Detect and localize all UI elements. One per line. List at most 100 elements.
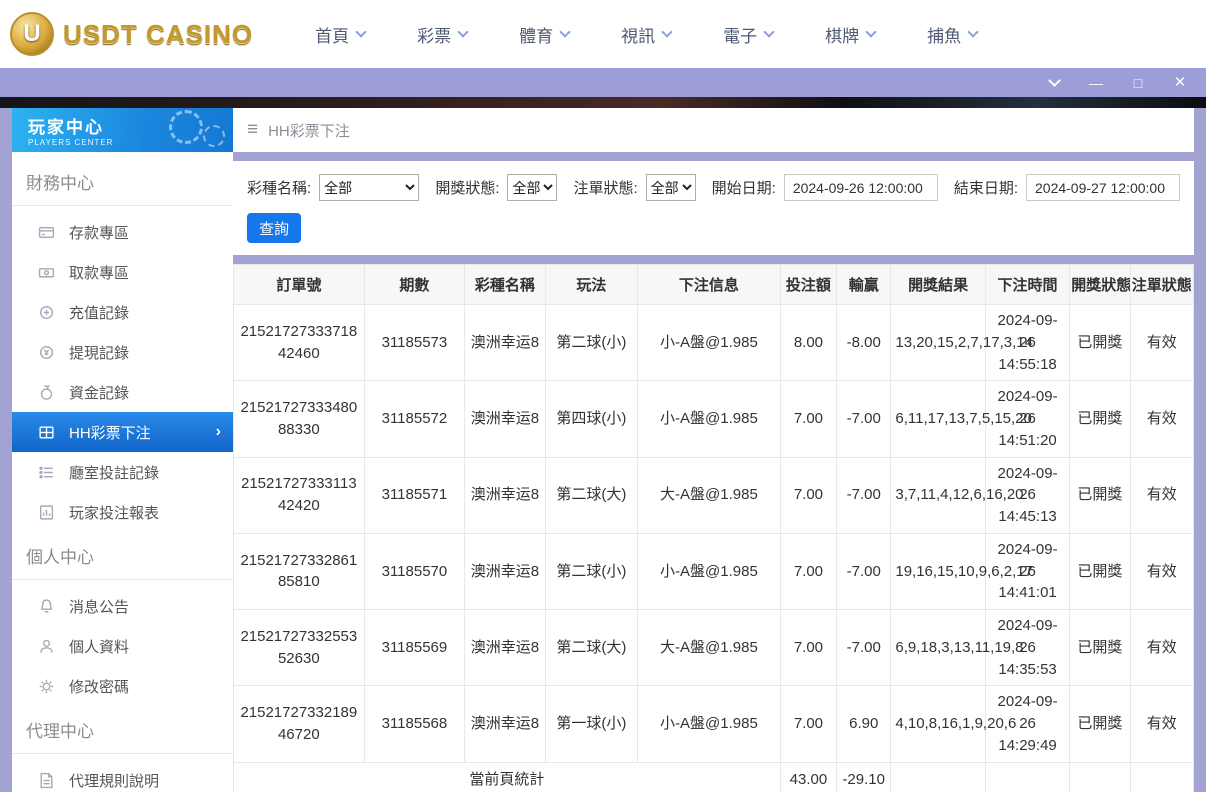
sidebar-header: 玩家中心 PLAYERS CENTER [12,108,233,152]
sidebar-item-deposit[interactable]: 存款專區 [12,212,233,252]
search-button[interactable]: 查詢 [247,213,301,243]
brand-name: USDT CASINO [63,18,254,49]
table-row: 2152172733218946720 31185568 澳洲幸运8 第一球(小… [233,685,1195,763]
draw-result-cell: 6,11,17,13,7,5,15,20 [890,380,1032,458]
draw-status-select[interactable]: 全部 [507,174,558,201]
sidebar-item-withdraw-record[interactable]: 提現記錄 [12,332,233,372]
withdraw-icon [38,264,55,281]
win-loss-cell: -8.00 [836,303,892,382]
draw-status-cell: 已開獎 [1069,532,1131,611]
table-row: 2152172733255352630 31185569 澳洲幸运8 第二球(大… [233,608,1195,687]
nav-item-home[interactable]: 首頁 [315,22,367,47]
lottery-name-cell: 澳洲幸运8 [464,380,546,458]
col-lottery-name: 彩種名稱 [464,264,546,305]
lottery-type-select[interactable]: 全部 [319,174,420,201]
sidebar-item-recharge-record[interactable]: 充值記錄 [12,292,233,332]
app-window: U USDT CASINO 首頁 彩票 體育 視訊 電子 棋牌 捕魚 — □ ×… [0,0,1206,792]
sidebar-item-label: HH彩票下注 [69,424,151,442]
bet-amount-cell: 7.00 [779,380,838,458]
play-type-cell: 第二球(小) [544,532,639,611]
draw-status-cell: 已開獎 [1069,685,1131,763]
draw-result-cell: 13,20,15,2,7,17,3,14 [890,303,1033,382]
sidebar-item-hh-lottery-bet[interactable]: HH彩票下注 › [12,412,233,452]
lottery-name-cell: 澳洲幸运8 [464,608,546,687]
bet-amount-cell: 7.00 [779,685,838,763]
chevron-down-icon [457,26,469,38]
nav-label: 電子 [723,26,758,46]
sidebar-item-announcements[interactable]: 消息公告 [12,586,233,626]
window-dropdown-button[interactable] [1046,74,1062,91]
draw-result-cell: 6,9,18,3,13,11,19,8 [890,608,1024,687]
page-summary-label: 當前頁統計 [233,761,781,792]
sidebar-item-label: 存款專區 [69,224,130,242]
window-minimize-button[interactable]: — [1088,75,1104,91]
sidebar-item-player-bet-report[interactable]: 玩家投注報表 [12,492,233,532]
order-id-cell: 2152172733255352630 [233,608,365,687]
end-date-input[interactable] [1026,174,1180,201]
brand-logo[interactable]: U USDT CASINO [10,12,253,56]
empty-cell [1069,761,1131,792]
bet-amount-cell: 8.00 [779,303,838,382]
lottery-name-cell: 澳洲幸运8 [464,456,546,534]
col-bet-info: 下注信息 [637,264,781,305]
start-date-input[interactable] [783,174,938,201]
nav-item-fishing[interactable]: 捕魚 [927,22,979,47]
main-content: ≡ HH彩票下注 彩種名稱: 全部 開獎狀態: 全部 注單狀態: 全部 開始日期… [233,108,1195,792]
sidebar-item-profile[interactable]: 個人資料 [12,626,233,666]
hamburger-icon[interactable]: ≡ [247,119,258,141]
sidebar-body: 財務中心 存款專區 取款專區 充值記錄 提現記錄 資金記錄 HH彩票下注 › 廳… [12,152,233,792]
nav-label: 體育 [519,26,554,46]
draw-status-cell: 已開獎 [1069,608,1131,687]
sidebar-subtitle: PLAYERS CENTER [28,138,114,147]
agent-rules-icon [38,772,55,789]
win-loss-cell: -7.00 [836,456,892,534]
bets-table-panel: 訂單號 期數 彩種名稱 玩法 下注信息 投注額 輸贏 開獎結果 下注時間 開獎狀… [233,264,1195,792]
col-bet-amount: 投注額 [779,264,838,305]
nav-item-electronic[interactable]: 電子 [723,22,775,47]
window-close-button[interactable]: × [1172,73,1188,92]
sidebar-item-withdraw[interactable]: 取款專區 [12,252,233,292]
sidebar-item-change-password[interactable]: 修改密碼 [12,666,233,706]
main-nav: 首頁 彩票 體育 視訊 電子 棋牌 捕魚 [315,22,979,47]
nav-item-sports[interactable]: 體育 [519,22,571,47]
sidebar-item-label: 個人資料 [69,638,130,656]
col-win-loss: 輸贏 [836,264,892,305]
sidebar-item-room-bet-record[interactable]: 廳室投註記錄 [12,452,233,492]
period-cell: 31185569 [363,608,466,687]
nav-item-boardgames[interactable]: 棋牌 [825,22,877,47]
sidebar-item-agent-rules[interactable]: 代理規則說明 [12,760,233,792]
bet-info-cell: 小-A盤@1.985 [637,685,781,763]
withdraw-record-icon [38,344,55,361]
draw-status-cell: 已開獎 [1069,380,1131,458]
table-header-row: 訂單號 期數 彩種名稱 玩法 下注信息 投注額 輸贏 開獎結果 下注時間 開獎狀… [233,264,1195,305]
period-cell: 31185572 [363,380,466,458]
win-loss-cell: -7.00 [836,380,892,458]
page-header-bar: ≡ HH彩票下注 [233,108,1194,152]
chevron-down-icon [967,26,979,38]
order-id-cell: 2152172733348088330 [233,380,365,458]
play-type-cell: 第二球(大) [544,456,639,534]
period-cell: 31185571 [363,456,466,534]
order-id-cell: 2152172733218946720 [233,685,365,763]
order-status-cell: 有效 [1129,456,1195,534]
filter-panel: 彩種名稱: 全部 開獎狀態: 全部 注單狀態: 全部 開始日期: 結束日期: 查… [233,161,1194,255]
sidebar-item-label: 取款專區 [69,264,130,282]
chevron-down-icon [355,26,367,38]
sidebar: 玩家中心 PLAYERS CENTER 財務中心 存款專區 取款專區 充值記錄 … [12,108,233,792]
chevron-right-icon: › [215,423,221,440]
funds-record-icon [38,384,55,401]
poker-chip-decoration [169,110,203,144]
window-maximize-button[interactable]: □ [1130,75,1146,91]
draw-status-label: 開獎狀態: [435,180,500,197]
chevron-down-icon [763,26,775,38]
bet-info-cell: 小-A盤@1.985 [637,532,781,611]
start-date-label: 開始日期: [711,180,776,197]
sidebar-item-funds-record[interactable]: 資金記錄 [12,372,233,412]
col-order-id: 訂單號 [233,264,365,305]
draw-result-cell: 19,16,15,10,9,6,2,17 [890,532,1033,611]
nav-item-lottery[interactable]: 彩票 [417,22,469,47]
nav-item-video[interactable]: 視訊 [621,22,673,47]
bet-info-cell: 小-A盤@1.985 [637,303,781,382]
play-type-cell: 第二球(小) [544,303,639,382]
order-status-select[interactable]: 全部 [645,174,696,201]
